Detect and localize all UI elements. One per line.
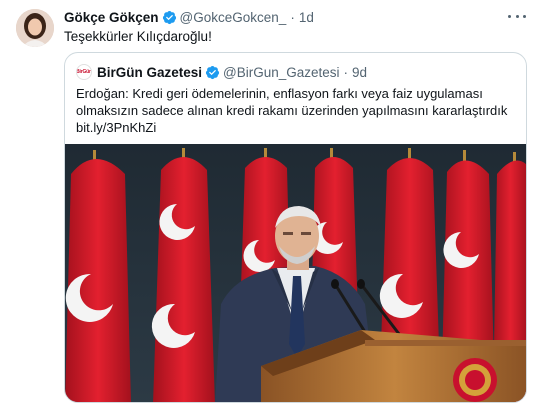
photo-scene — [65, 144, 526, 402]
quoted-avatar-logo-text: BirGün — [76, 69, 92, 75]
quoted-tweet-text: Erdoğan: Kredi geri ödemelerinin, enflas… — [76, 85, 516, 136]
more-horizontal-icon[interactable] — [508, 8, 526, 24]
flag — [65, 150, 131, 402]
flag — [151, 148, 215, 402]
quoted-text-link[interactable]: bit.ly/3PnKhZi — [76, 119, 516, 136]
quoted-text-line: Erdoğan: Kredi geri ödemelerinin, enflas… — [76, 86, 483, 101]
quoted-tweet[interactable]: BirGün BirGün Gazetesi @BirGun_Gazetesi … — [64, 52, 527, 403]
author-handle[interactable]: @GokceGokcen_ — [180, 10, 287, 25]
quoted-tweet-time: 9d — [352, 64, 368, 80]
quoted-author-avatar: BirGün — [76, 64, 92, 80]
quoted-text-line: olmaksızın sadece alınan kredi rakamı üz… — [76, 103, 508, 118]
separator-dot: · — [290, 9, 295, 25]
author-avatar[interactable] — [16, 9, 54, 47]
separator-dot: · — [343, 64, 349, 80]
author-name[interactable]: Gökçe Gökçen — [64, 10, 159, 25]
tweet[interactable]: Gökçe Gökçen @GokceGokcen_ · 1d Teşekkür… — [0, 0, 540, 409]
verified-badge-icon — [205, 65, 220, 79]
tweet-text: Teşekkürler Kılıçdaroğlu! — [64, 29, 212, 44]
tweet-header: Gökçe Gökçen @GokceGokcen_ · 1d — [64, 8, 314, 26]
quoted-author-handle: @BirGun_Gazetesi — [223, 64, 340, 80]
verified-badge-icon — [162, 10, 176, 24]
quoted-tweet-photo[interactable] — [65, 144, 526, 402]
quoted-author-name: BirGün Gazetesi — [97, 64, 203, 80]
tweet-time[interactable]: 1d — [299, 10, 314, 25]
quoted-tweet-header: BirGün BirGün Gazetesi @BirGun_Gazetesi … — [76, 63, 367, 81]
